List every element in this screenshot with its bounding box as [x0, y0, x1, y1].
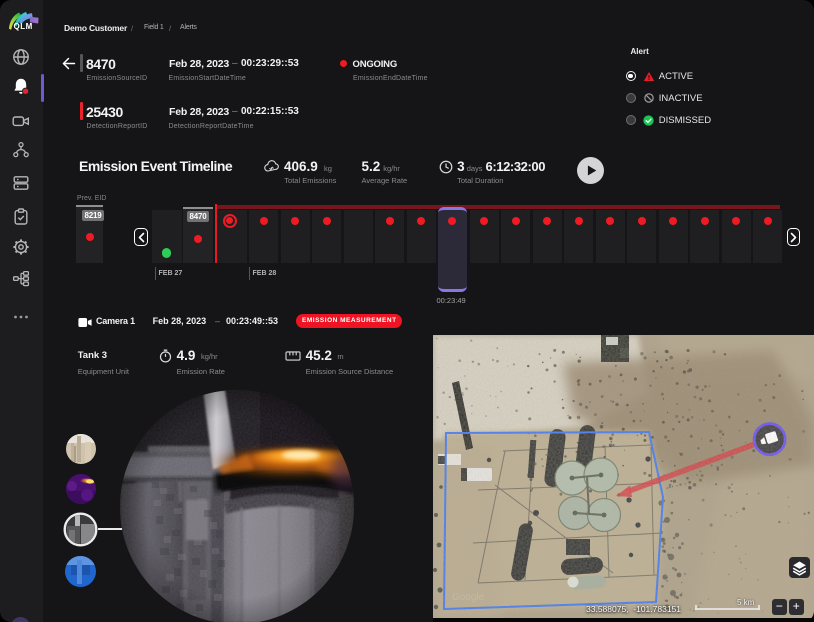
svg-text:Google: Google — [452, 592, 485, 603]
